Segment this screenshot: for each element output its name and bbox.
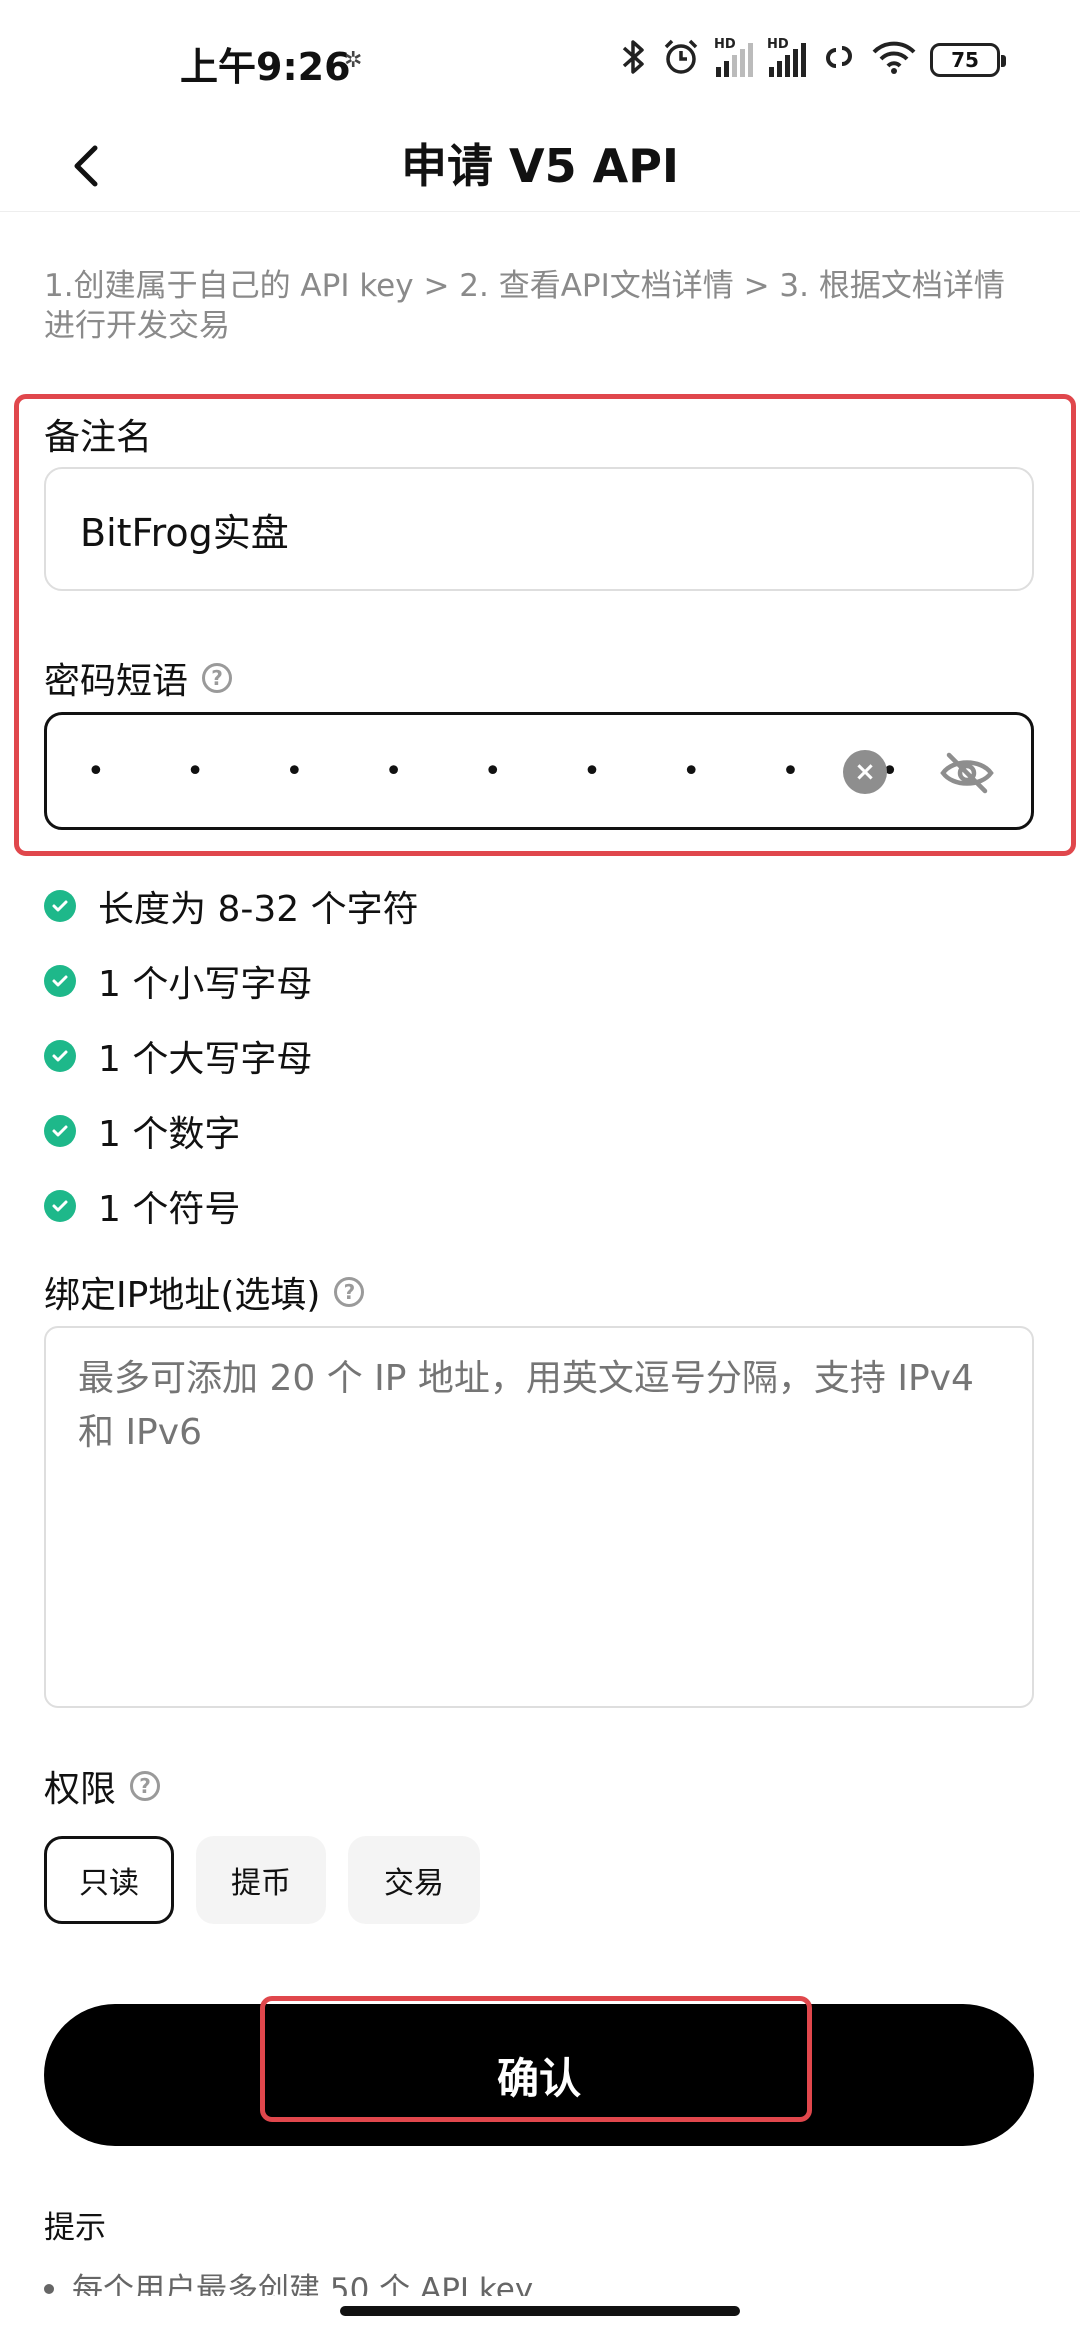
permission-read-only-chip[interactable]: 只读 (44, 1836, 174, 1924)
rule-text: 长度为 8-32 个字符 (98, 888, 419, 930)
annotation-highlight-confirm (260, 1996, 812, 2122)
rule-item: 1 个大写字母 (44, 1018, 419, 1093)
permissions-label: 权限 ? (44, 1760, 161, 1812)
ip-label-text: 绑定IP地址(选填) (44, 1275, 321, 1316)
steps-description: 1.创建属于自己的 API key > 2. 查看API文档详情 > 3. 根据… (44, 268, 1005, 344)
password-rules: 长度为 8-32 个字符 1 个小写字母 1 个大写字母 1 个数字 1 个符号 (44, 868, 419, 1243)
help-icon[interactable]: ? (202, 663, 233, 693)
home-indicator[interactable] (340, 2306, 740, 2316)
rule-text: 1 个大写字母 (98, 1038, 313, 1080)
link-icon (820, 42, 858, 78)
check-circle-icon (44, 1189, 76, 1222)
ip-address-textarea[interactable] (44, 1326, 1034, 1708)
page-title: 申请 V5 API (400, 139, 680, 193)
signal-2-icon: HD (767, 37, 806, 77)
battery-indicator: 75 (930, 43, 1006, 77)
rule-item: 长度为 8-32 个字符 (44, 868, 419, 943)
status-icons: HD HD 75 (620, 36, 1006, 84)
eye-off-icon[interactable] (939, 745, 995, 801)
name-input-value: BitFrog实盘 (80, 510, 289, 555)
bullet-dot (44, 2284, 54, 2294)
tips-item-text: 每个用户最多创建 50 个 API key (72, 2272, 534, 2296)
passphrase-label-text: 密码短语 (44, 661, 189, 702)
tips-title: 提示 (44, 2210, 106, 2246)
rule-item: 1 个符号 (44, 1168, 419, 1243)
gear-icon: ✲ (344, 48, 363, 73)
name-label: 备注名 (44, 408, 152, 460)
check-circle-icon (44, 1039, 76, 1072)
check-circle-icon (44, 889, 76, 922)
check-circle-icon (44, 1114, 76, 1147)
tips-item: 每个用户最多创建 50 个 API key (44, 2264, 533, 2296)
hd-label: HD (767, 37, 789, 52)
rule-text: 1 个数字 (98, 1113, 241, 1155)
bluetooth-icon (620, 38, 648, 82)
help-icon[interactable]: ? (130, 1771, 161, 1801)
ip-label: 绑定IP地址(选填) ? (44, 1266, 365, 1318)
status-bar: 上午9:26 ✲ HD HD 75 (0, 0, 1080, 120)
status-time: 上午9:26 (180, 45, 351, 89)
check-circle-icon (44, 964, 76, 997)
nav-bar: 申请 V5 API (0, 120, 1080, 212)
name-input[interactable]: BitFrog实盘 (44, 467, 1034, 591)
help-icon[interactable]: ? (334, 1277, 365, 1307)
hd-label: HD (714, 37, 736, 52)
passphrase-input[interactable]: • • • • • • • • • × (44, 712, 1034, 830)
rule-item: 1 个数字 (44, 1093, 419, 1168)
alarm-icon (662, 38, 700, 82)
passphrase-label: 密码短语 ? (44, 652, 233, 704)
permission-trade-chip[interactable]: 交易 (348, 1836, 480, 1924)
permissions-label-text: 权限 (44, 1769, 117, 1810)
name-label-text: 备注名 (44, 417, 153, 458)
signal-1-icon: HD (714, 37, 753, 77)
passphrase-value: • • • • • • • • • (87, 753, 935, 789)
rule-text: 1 个小写字母 (98, 963, 313, 1005)
permission-withdraw-chip[interactable]: 提币 (196, 1836, 326, 1924)
rule-text: 1 个符号 (98, 1188, 241, 1230)
clear-icon[interactable]: × (843, 750, 887, 794)
rule-item: 1 个小写字母 (44, 943, 419, 1018)
permissions-options: 只读 提币 交易 (44, 1836, 480, 1924)
wifi-icon (872, 40, 916, 80)
